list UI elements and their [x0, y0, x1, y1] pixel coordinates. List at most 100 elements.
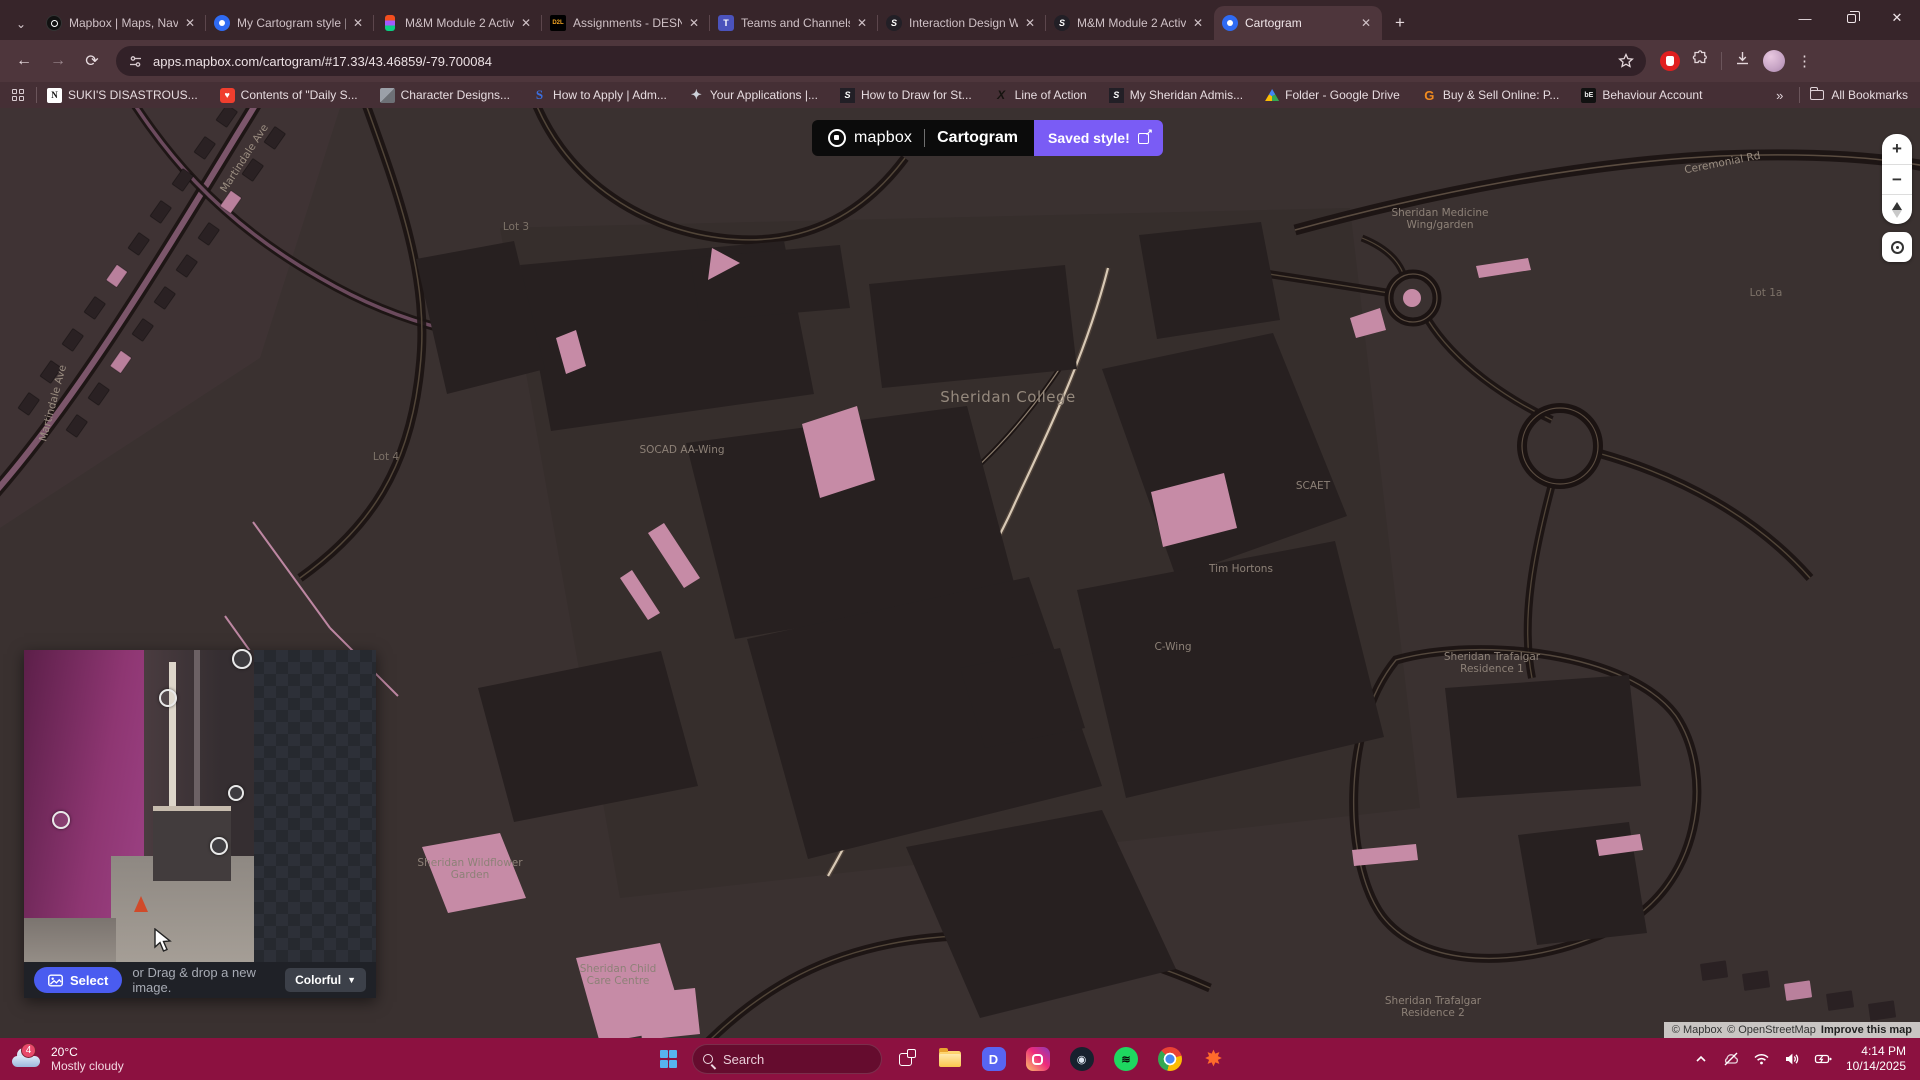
- bookmark-star-icon[interactable]: [1618, 53, 1634, 69]
- geolocate-button[interactable]: [1882, 232, 1912, 262]
- bookmark-line-of-action[interactable]: XLine of Action: [994, 88, 1087, 103]
- zoom-out-button[interactable]: −: [1882, 164, 1912, 194]
- site-settings-icon[interactable]: [128, 54, 143, 69]
- chevron-down-icon: ▼: [347, 975, 356, 985]
- bookmark-label: Behaviour Account: [1602, 88, 1702, 102]
- taskbar-app-chrome[interactable]: [1156, 1046, 1183, 1073]
- mapbox-brand-pill[interactable]: mapbox Cartogram: [812, 120, 1034, 156]
- reload-button[interactable]: ⟳: [78, 47, 106, 75]
- tab-assignments-desn2742[interactable]: D2LAssignments - DESN2742✕: [542, 6, 710, 40]
- taskbar-app-orange-star[interactable]: ✸: [1200, 1046, 1227, 1073]
- url-text[interactable]: apps.mapbox.com/cartogram/#17.33/43.4685…: [153, 54, 1610, 69]
- taskbar-clock[interactable]: 4:14 PM 10/14/2025: [1846, 1044, 1906, 1074]
- select-image-button[interactable]: Select: [34, 967, 122, 993]
- tab-search-button[interactable]: ⌄: [6, 8, 36, 40]
- palette-dropdown[interactable]: Colorful ▼: [285, 968, 366, 992]
- color-handle-1[interactable]: [232, 649, 252, 669]
- tab-my-cartogram-style-map[interactable]: My Cartogram style | Map✕: [206, 6, 374, 40]
- tab-cartogram[interactable]: Cartogram✕: [1214, 6, 1382, 40]
- bookmark-how-to-draw-for-st-[interactable]: SHow to Draw for St...: [840, 88, 972, 103]
- notion-icon: N: [47, 88, 62, 103]
- map-label-sheridan-child: Sheridan ChildCare Centre: [580, 963, 657, 987]
- tab-close-icon[interactable]: ✕: [1358, 15, 1374, 31]
- compass-button[interactable]: [1882, 194, 1912, 224]
- weather-cloud-icon: 4: [12, 1049, 42, 1069]
- taskbar-app-discord[interactable]: D: [980, 1046, 1007, 1073]
- bookmark-character-designs-[interactable]: Character Designs...: [380, 88, 510, 103]
- color-handle-2[interactable]: [159, 689, 177, 707]
- attribution-mapbox[interactable]: © Mapbox: [1672, 1024, 1722, 1036]
- new-tab-button[interactable]: +: [1386, 9, 1414, 37]
- tab-close-icon[interactable]: ✕: [686, 15, 702, 31]
- downloads-icon[interactable]: [1734, 50, 1751, 72]
- tab-interaction-design-week-[interactable]: SInteraction Design Week 6✕: [878, 6, 1046, 40]
- tray-battery-icon[interactable]: [1814, 1051, 1833, 1067]
- brand-separator: [924, 129, 925, 147]
- taskbar-search[interactable]: [692, 1044, 882, 1074]
- saved-style-label: Saved style!: [1048, 130, 1130, 146]
- improve-map-link[interactable]: Improve this map: [1821, 1024, 1912, 1036]
- browser-menu-icon[interactable]: ⋮: [1797, 52, 1812, 70]
- map-attribution: © Mapbox © OpenStreetMap Improve this ma…: [1664, 1022, 1920, 1038]
- color-handle-5[interactable]: [210, 837, 228, 855]
- tab-teams-and-channels-gen[interactable]: TTeams and Channels | Gen✕: [710, 6, 878, 40]
- address-bar[interactable]: apps.mapbox.com/cartogram/#17.33/43.4685…: [116, 46, 1646, 76]
- attribution-osm[interactable]: © OpenStreetMap: [1727, 1024, 1816, 1036]
- taskbar-app-spotify[interactable]: ≋: [1112, 1046, 1139, 1073]
- weather-widget[interactable]: 4 20°C Mostly cloudy: [0, 1045, 240, 1073]
- tab-close-icon[interactable]: ✕: [1190, 15, 1206, 31]
- tab-close-icon[interactable]: ✕: [854, 15, 870, 31]
- reference-photo[interactable]: [24, 650, 254, 962]
- start-button[interactable]: [655, 1046, 682, 1073]
- tray-wifi-icon[interactable]: [1753, 1051, 1770, 1067]
- taskbar-app-file-explorer[interactable]: [936, 1046, 963, 1073]
- profile-avatar[interactable]: [1763, 50, 1785, 72]
- bookmark-how-to-apply-adm-[interactable]: SHow to Apply | Adm...: [532, 88, 667, 103]
- saved-style-button[interactable]: Saved style!: [1034, 120, 1163, 156]
- bookmark-my-sheridan-admis-[interactable]: SMy Sheridan Admis...: [1109, 88, 1243, 103]
- drive-icon: [1265, 89, 1279, 101]
- map-label-c-wing: C-Wing: [1154, 641, 1191, 653]
- brand-name: mapbox: [854, 129, 912, 147]
- forward-button[interactable]: →: [44, 47, 72, 75]
- bookmark-your-applications-[interactable]: ✦Your Applications |...: [689, 88, 818, 103]
- image-canvas[interactable]: [24, 650, 376, 962]
- map-label-sheridan-trafalgar: Sheridan TrafalgarResidence 2: [1385, 995, 1482, 1019]
- d2l-icon: D2L: [550, 15, 566, 31]
- tray-onedrive-off-icon[interactable]: [1722, 1051, 1740, 1067]
- color-handle-3[interactable]: [52, 811, 70, 829]
- color-handle-4[interactable]: [228, 785, 244, 801]
- bookmarks-overflow-chevron[interactable]: »: [1776, 88, 1783, 103]
- tray-chevron-up-icon[interactable]: [1693, 1051, 1709, 1067]
- close-button[interactable]: ✕: [1874, 0, 1920, 36]
- extensions-puzzle-icon[interactable]: [1692, 50, 1709, 72]
- tray-volume-icon[interactable]: [1783, 1051, 1801, 1067]
- restore-button[interactable]: [1828, 0, 1874, 36]
- bookmark-buy-sell-online-p-[interactable]: GBuy & Sell Online: P...: [1422, 88, 1560, 103]
- all-bookmarks-button[interactable]: All Bookmarks: [1810, 88, 1908, 102]
- clock-date: 10/14/2025: [1846, 1059, 1906, 1074]
- search-input[interactable]: [721, 1051, 851, 1068]
- adblock-extension-icon[interactable]: [1660, 51, 1680, 71]
- bookmark-contents-of-daily-s-[interactable]: ♥Contents of "Daily S...: [220, 88, 358, 103]
- tab-close-icon[interactable]: ✕: [350, 15, 366, 31]
- tab-mapbox-maps-navigation[interactable]: Mapbox | Maps, Navigation✕: [38, 6, 206, 40]
- bookmark-suki-s-disastrous-[interactable]: NSUKI'S DISASTROUS...: [47, 88, 198, 103]
- tab-m-m-module-2-activity-1[interactable]: SM&M Module 2 Activity 1✕: [1046, 6, 1214, 40]
- back-button[interactable]: ←: [10, 47, 38, 75]
- zoom-in-button[interactable]: +: [1882, 134, 1912, 164]
- red-heart-icon: ♥: [220, 88, 235, 103]
- bookmark-behaviour-account[interactable]: bE Behaviour Account: [1581, 88, 1702, 103]
- be-icon: bE: [1581, 88, 1596, 103]
- taskbar-app-instagram[interactable]: [1024, 1046, 1051, 1073]
- taskbar-app-task-view[interactable]: [892, 1046, 919, 1073]
- taskbar-app-steam[interactable]: ◉: [1068, 1046, 1095, 1073]
- minimize-button[interactable]: —: [1782, 0, 1828, 36]
- folder-icon: [1810, 90, 1824, 100]
- apps-grid-icon[interactable]: [12, 89, 24, 101]
- tab-close-icon[interactable]: ✕: [518, 15, 534, 31]
- tab-close-icon[interactable]: ✕: [182, 15, 198, 31]
- tab-m-m-module-2-activity-1[interactable]: M&M Module 2 Activity 1✕: [374, 6, 542, 40]
- tab-close-icon[interactable]: ✕: [1022, 15, 1038, 31]
- bookmark-folder-google-drive[interactable]: Folder - Google Drive: [1265, 88, 1400, 102]
